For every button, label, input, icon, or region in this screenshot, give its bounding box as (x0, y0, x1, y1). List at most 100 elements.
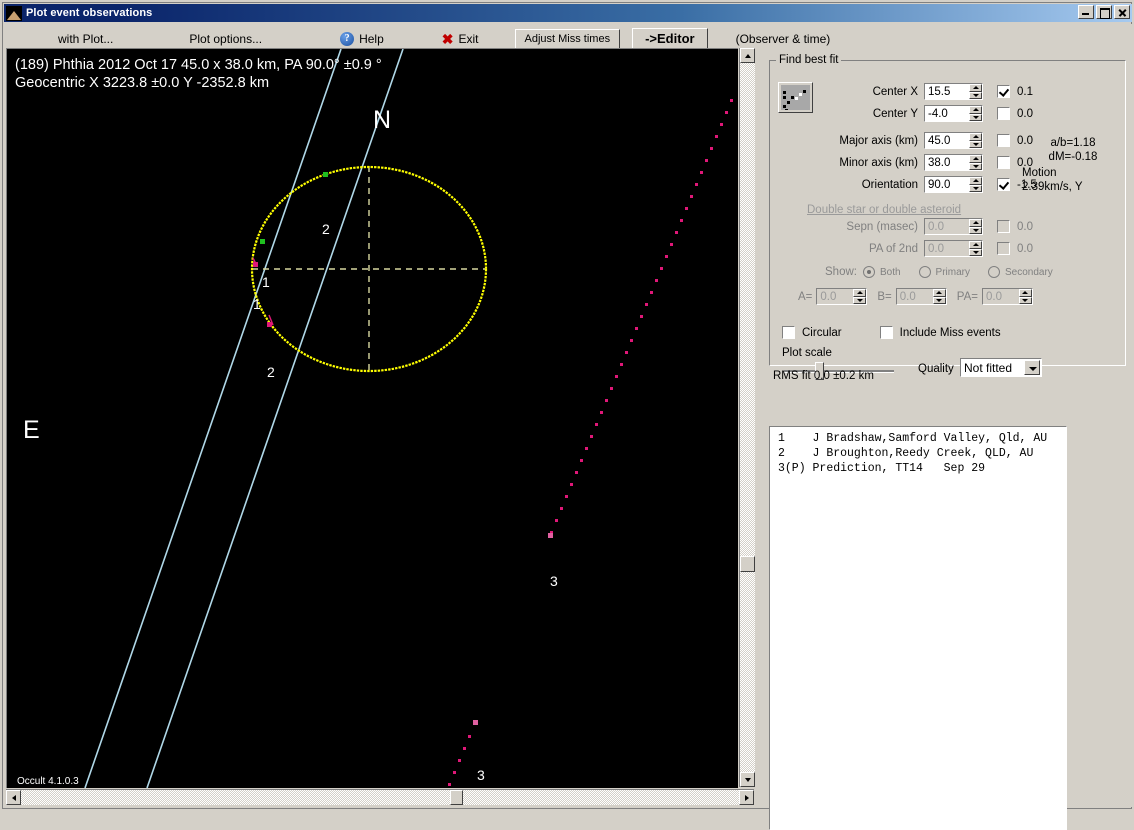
a-spinner[interactable] (816, 288, 868, 305)
radio-show-both[interactable] (862, 266, 875, 278)
quality-dropdown[interactable]: Not fitted (960, 358, 1042, 377)
center-x-checkbox[interactable] (997, 85, 1010, 98)
sepn-spin-buttons[interactable] (969, 219, 982, 234)
menu-help-label: Help (359, 31, 384, 46)
field-minor-axis: Minor axis (km) 0.0 (800, 154, 1033, 171)
chord-label-1b: 1 (253, 296, 261, 312)
b-spin-buttons[interactable] (932, 289, 946, 304)
chord-label-3a: 3 (550, 573, 558, 589)
pa2nd-spin-buttons[interactable] (969, 241, 982, 256)
center-x-spinner[interactable] (924, 83, 983, 100)
radio-show-primary[interactable] (918, 266, 931, 278)
show-row: Show: Both Primary Secondary (825, 266, 1053, 278)
scroll-right-button[interactable] (739, 790, 754, 805)
pa2nd-input[interactable] (925, 241, 969, 256)
field-center-y-label: Center Y (872, 107, 918, 120)
scroll-left-button[interactable] (6, 790, 21, 805)
list-item[interactable]: 3(P) Prediction, TT14 Sep 29 (770, 461, 1066, 476)
vertical-scroll-thumb[interactable] (740, 556, 755, 572)
adjust-miss-times-button[interactable]: Adjust Miss times (514, 28, 621, 49)
chart-icon[interactable] (778, 82, 813, 113)
observer-index-2: 2 (778, 447, 806, 460)
chord-label-1a: 1 (262, 274, 270, 290)
minimize-button[interactable] (1078, 5, 1094, 19)
major-axis-spin-buttons[interactable] (969, 133, 982, 148)
orientation-input[interactable] (925, 177, 969, 192)
radio-show-secondary[interactable] (988, 266, 1000, 278)
chord-lines (84, 49, 404, 788)
sepn-spinner[interactable] (924, 218, 983, 235)
controls-panel: Find best fit Center X 15.5 0.1 Center Y… (757, 48, 1132, 830)
list-item[interactable]: 1 J Bradshaw,Samford Valley, Qld, AU (770, 431, 1066, 446)
plot-header-line-1: (189) Phthia 2012 Oct 17 45.0 x 38.0 km,… (15, 57, 382, 73)
abpa-row: A= B= PA= (798, 288, 1033, 305)
credit-label: Occult 4.1.0.3 (17, 776, 79, 787)
a-input[interactable] (817, 289, 854, 304)
minor-axis-checkbox[interactable] (997, 156, 1010, 169)
find-best-fit-legend: Find best fit (779, 54, 839, 66)
scroll-up-button[interactable] (740, 48, 755, 63)
sepn-checkbox[interactable] (997, 220, 1010, 233)
editor-button[interactable]: ->Editor (632, 28, 708, 49)
center-y-input[interactable] (925, 106, 969, 121)
prediction-track-upper (548, 99, 733, 538)
plot-graphics (84, 49, 733, 788)
chord-label-2b: 2 (267, 364, 275, 380)
major-axis-checkbox[interactable] (997, 134, 1010, 147)
minor-axis-spin-buttons[interactable] (969, 155, 982, 170)
major-axis-spinner[interactable] (924, 132, 983, 149)
motion-label: Motion (1022, 167, 1057, 179)
include-miss-checkbox[interactable] (879, 326, 893, 339)
chevron-down-icon[interactable] (1024, 360, 1040, 375)
center-x-input[interactable] (925, 84, 969, 99)
minor-axis-spinner[interactable] (924, 154, 983, 171)
pa-spin-buttons[interactable] (1018, 289, 1032, 304)
center-y-checkbox[interactable] (997, 107, 1010, 120)
double-star-heading: Double star or double asteroid (807, 204, 962, 216)
plot-vertical-scrollbar[interactable] (739, 48, 755, 787)
plot-horizontal-scrollbar[interactable] (6, 789, 754, 805)
close-button[interactable] (1114, 5, 1130, 19)
pa-spinner[interactable] (981, 288, 1033, 305)
prediction-track-lower (448, 720, 478, 786)
center-y-spinner[interactable] (924, 105, 983, 122)
orientation-spinner[interactable] (924, 176, 983, 193)
b-input[interactable] (896, 289, 933, 304)
orientation-checkbox[interactable] (997, 178, 1010, 191)
a-spin-buttons[interactable] (853, 289, 867, 304)
radio-show-both-label: Both (879, 266, 901, 278)
plot-container: (189) Phthia 2012 Oct 17 45.0 x 38.0 km,… (6, 48, 755, 807)
find-best-fit-group: Find best fit Center X 15.5 0.1 Center Y… (769, 54, 1126, 380)
field-major-axis: Major axis (km) 0.0 (800, 132, 1033, 149)
scroll-down-button[interactable] (740, 772, 755, 787)
orientation-spin-buttons[interactable] (969, 177, 982, 192)
center-y-spin-buttons[interactable] (969, 106, 982, 121)
field-pa2nd: PA of 2nd 0.0 (800, 240, 1033, 257)
sepn-input[interactable] (925, 219, 969, 234)
pa2nd-spinner[interactable] (924, 240, 983, 257)
observer-list[interactable]: 1 J Bradshaw,Samford Valley, Qld, AU 2 J… (769, 426, 1067, 830)
north-label: N (373, 106, 392, 134)
center-x-spin-buttons[interactable] (969, 84, 982, 99)
a-label: A= (798, 290, 813, 303)
title-bar[interactable]: Plot event observations (4, 4, 1132, 22)
major-axis-input[interactable] (925, 133, 969, 148)
minor-axis-input[interactable] (925, 155, 969, 170)
occultation-plot[interactable]: (189) Phthia 2012 Oct 17 45.0 x 38.0 km,… (6, 48, 738, 788)
list-item[interactable]: 2 J Broughton,Reedy Creek, QLD, AU (770, 446, 1066, 461)
field-center-x-label: Center X (872, 85, 918, 98)
circular-label: Circular (802, 326, 842, 339)
pa2nd-checkbox[interactable] (997, 242, 1010, 255)
menu-with-plot-label: with Plot... (58, 31, 114, 46)
observer-text-1: J Bradshaw,Samford Valley, Qld, AU (812, 432, 1048, 445)
horizontal-scroll-thumb[interactable] (450, 790, 463, 805)
center-x-error: 0.1 (1017, 85, 1033, 98)
b-spinner[interactable] (895, 288, 947, 305)
maximize-button[interactable] (1096, 5, 1112, 19)
field-minor-axis-label: Minor axis (km) (839, 156, 918, 169)
circular-checkbox[interactable] (782, 326, 795, 339)
field-orientation-label: Orientation (861, 178, 918, 191)
dm-value: dM=-0.18 (1048, 151, 1098, 163)
plot-scale-label: Plot scale (782, 347, 832, 359)
pa-input[interactable] (982, 289, 1019, 304)
